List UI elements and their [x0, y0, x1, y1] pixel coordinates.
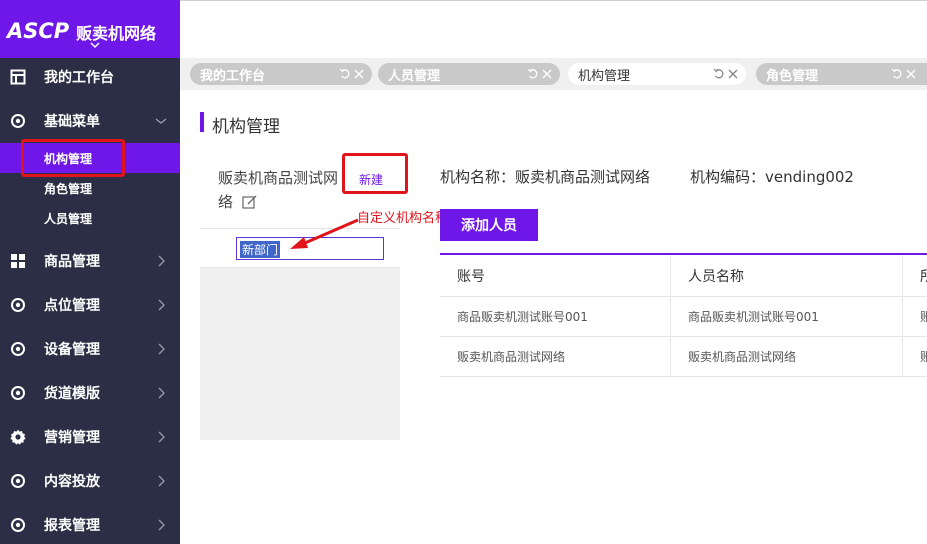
- sidebar-item-reports[interactable]: 报表管理: [0, 503, 180, 544]
- brand-name: 贩卖机网络: [76, 24, 157, 43]
- org-code-value: vending002: [765, 168, 854, 186]
- tree-root-node[interactable]: 贩卖机商品测试网络: [218, 166, 338, 214]
- circle-dot-icon: [10, 297, 26, 313]
- chevron-right-icon: [158, 475, 165, 487]
- sidebar-item-label: 设备管理: [44, 342, 100, 358]
- sidebar-item-products[interactable]: 商品管理: [0, 239, 180, 283]
- main-content: 机构管理 贩卖机商品测试网络 新部门 新建 自定义机构名称 机构名称：贩卖机商品…: [180, 90, 927, 544]
- brand-header[interactable]: ASCP 贩卖机网络: [0, 0, 180, 58]
- page-title-accent: [200, 112, 204, 132]
- table-row[interactable]: 贩卖机商品测试网络 贩卖机商品测试网络 账: [440, 337, 927, 377]
- sidebar: ASCP 贩卖机网络 我的工作台 基础菜单 机构管理 角色管理 人员管理 商品管…: [0, 0, 180, 544]
- circle-dot-icon: [10, 113, 26, 129]
- annotation-highlight-new: [342, 153, 408, 194]
- table-cell: 商品贩卖机测试账号001: [440, 297, 671, 336]
- circle-dot-icon: [10, 385, 26, 401]
- sidebar-item-devices[interactable]: 设备管理: [0, 327, 180, 371]
- org-code-label: 机构编码：: [690, 168, 766, 186]
- sidebar-item-label: 报表管理: [44, 518, 100, 534]
- chevron-right-icon: [158, 519, 165, 531]
- chevron-right-icon: [158, 255, 165, 267]
- sidebar-subitem-label: 人员管理: [44, 211, 93, 226]
- refresh-close-icons[interactable]: [712, 67, 740, 81]
- refresh-close-icons[interactable]: [338, 67, 366, 81]
- sidebar-item-label: 内容投放: [44, 474, 100, 490]
- table-cell: 账: [920, 350, 927, 364]
- sidebar-subitem-staff[interactable]: 人员管理: [0, 203, 180, 233]
- gear-icon: [10, 429, 26, 445]
- circle-dot-icon: [10, 473, 26, 489]
- org-name-value: 贩卖机商品测试网络: [515, 168, 651, 186]
- edit-icon[interactable]: [242, 195, 258, 209]
- chevron-down-icon[interactable]: [89, 39, 101, 51]
- sidebar-item-label: 我的工作台: [44, 70, 114, 86]
- tab-label: 我的工作台: [200, 68, 266, 84]
- page-title: 机构管理: [212, 117, 280, 137]
- logo: ASCP: [7, 19, 70, 43]
- column-header-name[interactable]: 人员名称: [671, 255, 903, 296]
- annotation-highlight-org-menu: [21, 139, 125, 177]
- tabs-bar: 我的工作台 人员管理 机构管理 角色管理: [180, 58, 927, 90]
- circle-dot-icon: [10, 341, 26, 357]
- annotation-text: 自定义机构名称: [357, 211, 449, 226]
- chevron-right-icon: [158, 431, 165, 443]
- annotation-arrow: [290, 218, 359, 249]
- table-cell: 账: [920, 310, 927, 324]
- chevron-right-icon: [158, 387, 165, 399]
- app-window: ASCP 贩卖机网络 我的工作台 基础菜单 机构管理 角色管理 人员管理 商品管…: [0, 0, 927, 544]
- tab-workbench[interactable]: 我的工作台: [190, 63, 372, 85]
- sidebar-item-label: 商品管理: [44, 254, 100, 270]
- tab-role[interactable]: 角色管理: [756, 63, 927, 85]
- chevron-right-icon: [158, 299, 165, 311]
- table-cell: 商品贩卖机测试账号001: [671, 297, 903, 336]
- tab-label: 人员管理: [388, 68, 441, 84]
- sidebar-item-workbench[interactable]: 我的工作台: [0, 55, 180, 99]
- sidebar-item-slot-templates[interactable]: 货道模版: [0, 371, 180, 415]
- staff-table: 账号 人员名称 所 商品贩卖机测试账号001 商品贩卖机测试账号001 账 贩卖…: [440, 253, 927, 377]
- sidebar-item-content[interactable]: 内容投放: [0, 459, 180, 503]
- refresh-close-icons[interactable]: [526, 67, 554, 81]
- column-header-account[interactable]: 账号: [440, 255, 671, 296]
- org-code-field: 机构编码：vending002: [690, 166, 854, 187]
- tab-staff[interactable]: 人员管理: [378, 63, 560, 85]
- chevron-up-icon: [155, 118, 167, 124]
- sidebar-item-label: 基础菜单: [44, 114, 100, 130]
- sidebar-item-label: 点位管理: [44, 298, 100, 314]
- grid-icon: [10, 253, 26, 269]
- sidebar-item-marketing[interactable]: 营销管理: [0, 415, 180, 459]
- sidebar-item-locations[interactable]: 点位管理: [0, 283, 180, 327]
- circle-dot-icon: [10, 517, 26, 533]
- column-header-third[interactable]: 所: [903, 255, 927, 296]
- dashboard-icon: [10, 69, 26, 85]
- refresh-close-icons[interactable]: [890, 67, 918, 81]
- tab-label: 角色管理: [766, 68, 819, 84]
- sidebar-subitem-label: 角色管理: [44, 181, 93, 196]
- dept-name-value: 新部门: [240, 241, 281, 258]
- tab-label: 机构管理: [578, 68, 631, 84]
- table-cell: 贩卖机商品测试网络: [671, 337, 903, 376]
- sidebar-item-label: 货道模版: [44, 386, 100, 402]
- table-cell: 贩卖机商品测试网络: [440, 337, 671, 376]
- sidebar-item-label: 营销管理: [44, 430, 100, 446]
- top-header: [180, 0, 927, 58]
- tree-empty-area: [200, 268, 400, 440]
- add-staff-button[interactable]: 添加人员: [440, 209, 538, 241]
- table-row[interactable]: 商品贩卖机测试账号001 商品贩卖机测试账号001 账: [440, 297, 927, 337]
- tree-root-label: 贩卖机商品测试网络: [218, 169, 339, 211]
- sidebar-subitem-role[interactable]: 角色管理: [0, 173, 180, 203]
- org-name-field: 机构名称：贩卖机商品测试网络: [440, 166, 650, 187]
- chevron-right-icon: [158, 343, 165, 355]
- table-header: 账号 人员名称 所: [440, 255, 927, 297]
- tab-org[interactable]: 机构管理: [568, 63, 746, 85]
- org-name-label: 机构名称：: [440, 168, 516, 186]
- sidebar-item-basic-menu[interactable]: 基础菜单: [0, 99, 180, 143]
